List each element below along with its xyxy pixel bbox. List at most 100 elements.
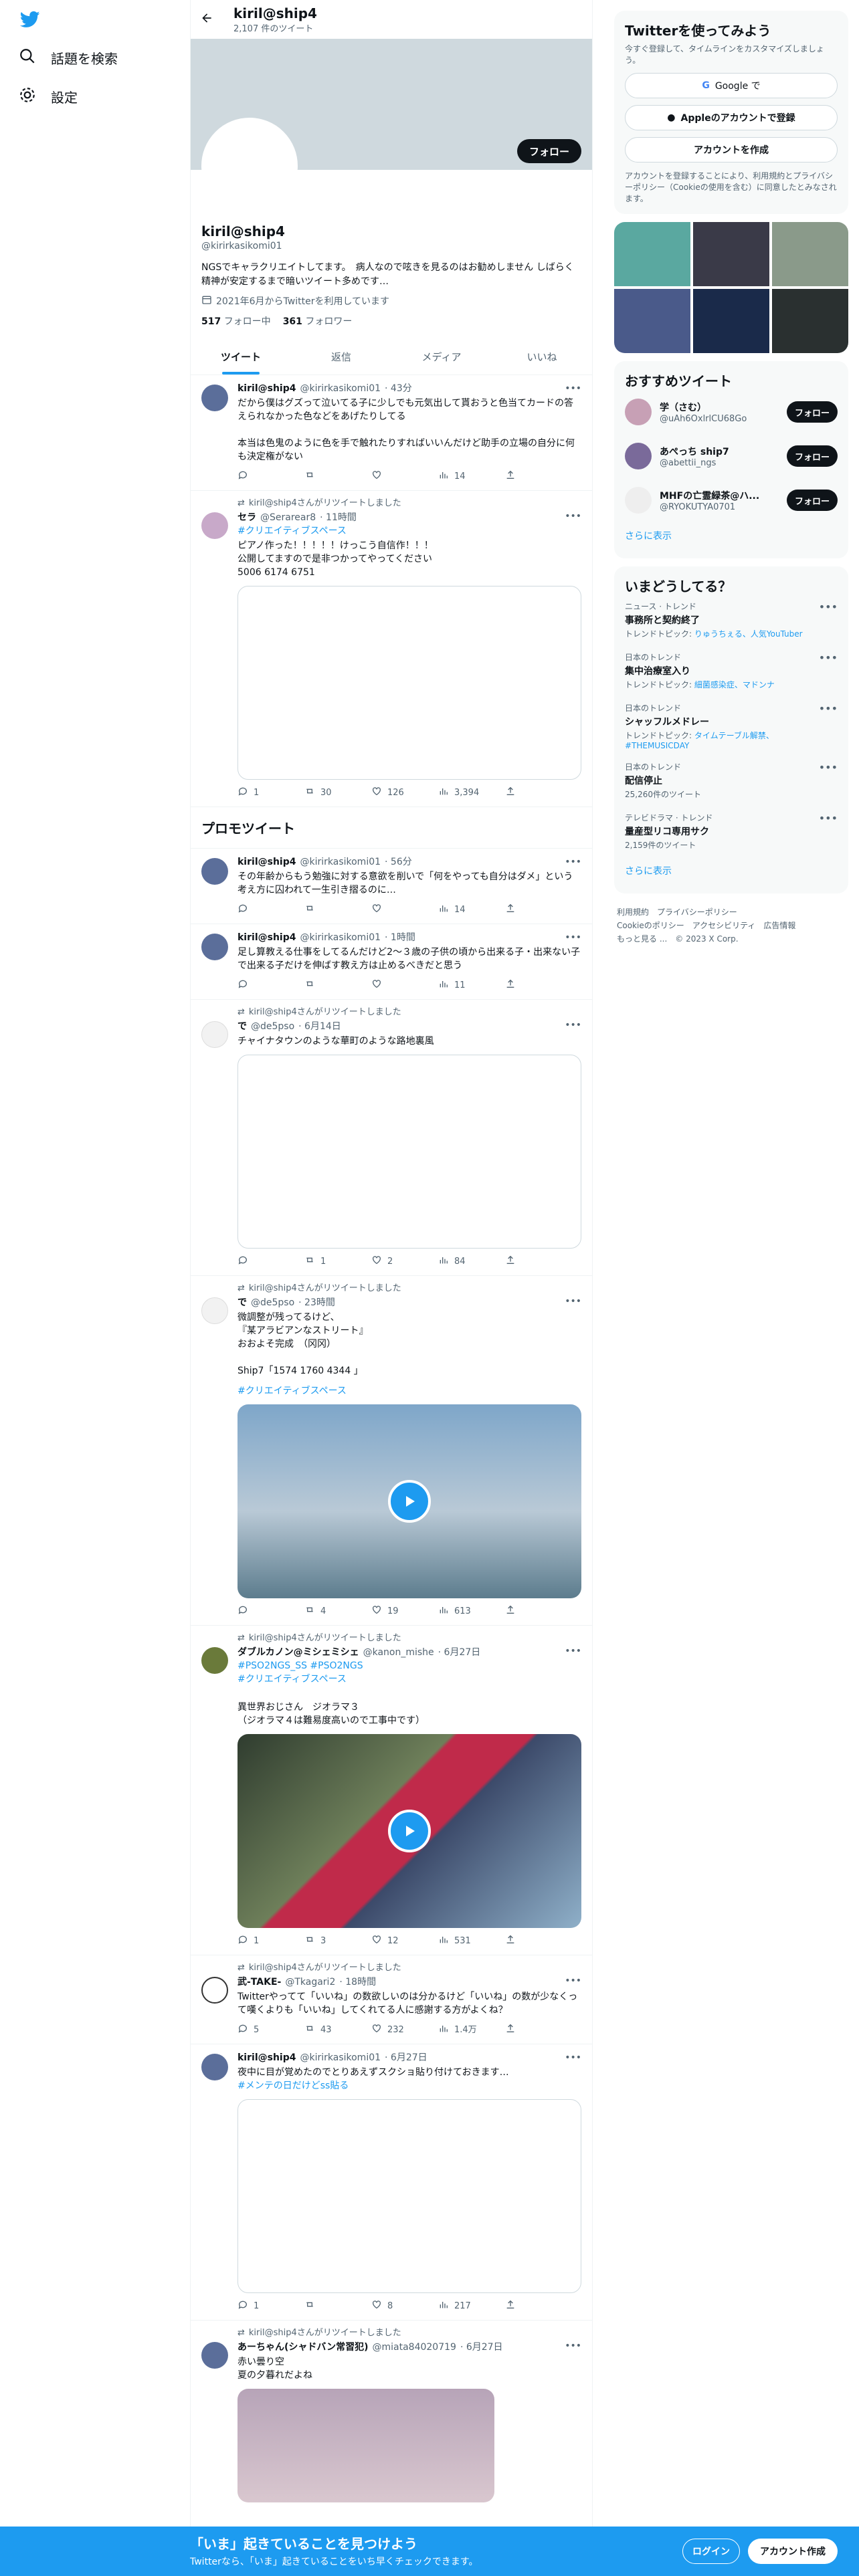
views-button[interactable]: 531 [438, 1934, 505, 1949]
more-icon[interactable]: ••• [565, 1295, 581, 1308]
tweet-author[interactable]: あーちゃん(シャドバン常習犯) [237, 2341, 369, 2354]
retweet-button[interactable] [304, 978, 371, 994]
views-button[interactable]: 217 [438, 2299, 505, 2315]
views-button[interactable]: 14 [438, 469, 505, 485]
avatar[interactable] [201, 934, 228, 960]
tweet[interactable]: ⇄ kiril@ship4さんがリツイートしました ダブルカノン@ミシェミシェ @k… [191, 1626, 592, 1955]
show-more-link[interactable]: さらに表示 [625, 857, 838, 884]
more-icon[interactable]: ••• [819, 601, 838, 613]
like-button[interactable] [371, 978, 438, 994]
tweet-author[interactable]: で [237, 1296, 247, 1309]
like-button[interactable]: 232 [371, 2023, 438, 2038]
share-button[interactable] [505, 469, 572, 485]
recommended-user[interactable]: 学（さむ） @uAh6OxlrlCU68Go フォロー [625, 390, 838, 434]
more-icon[interactable]: ••• [565, 2339, 581, 2353]
following-link[interactable]: 517 フォロー中 [201, 314, 271, 328]
retweet-button[interactable]: 30 [304, 786, 371, 801]
more-icon[interactable]: ••• [565, 931, 581, 944]
tab-likes[interactable]: いいね [492, 340, 592, 374]
reply-button[interactable] [237, 903, 304, 918]
tweet-media[interactable] [237, 1055, 581, 1249]
tweet-author[interactable]: kiril@ship4 [237, 382, 296, 395]
views-button[interactable]: 1.4万 [438, 2023, 505, 2038]
tweet-time[interactable]: · 6月27日 [438, 1646, 481, 1659]
tweet-author[interactable]: で [237, 1020, 247, 1033]
trend-item[interactable]: 日本のトレンド 集中治療室入り トレンドトピック: 細菌感染症、マドンナ ••• [625, 646, 838, 697]
share-button[interactable] [505, 1255, 572, 1270]
tweet-author[interactable]: 武-TAKE- [237, 1975, 281, 1989]
tweet[interactable]: ⇄ kiril@ship4さんがリツイートしました セラ @Serarear8 · 1… [191, 491, 592, 807]
more-icon[interactable]: ••• [565, 2051, 581, 2064]
trend-item[interactable]: 日本のトレンド シャッフルメドレー トレンドトピック: タイムテーブル解禁、#THE… [625, 697, 838, 756]
recommended-user[interactable]: あぺっち ship7 @abettii_ngs フォロー [625, 434, 838, 478]
views-button[interactable]: 613 [438, 1604, 505, 1620]
follow-button[interactable]: フォロー [787, 490, 838, 511]
login-button[interactable]: ログイン [682, 2539, 740, 2564]
share-button[interactable] [505, 2023, 572, 2038]
tweet[interactable]: ⇄ kiril@ship4さんがリツイートしました あーちゃん(シャドバン常習犯)… [191, 2321, 592, 2509]
tweet-time[interactable]: · 6月27日 [385, 2051, 427, 2064]
play-icon[interactable] [388, 1480, 431, 1523]
views-button[interactable]: 84 [438, 1255, 505, 1270]
tweet-author[interactable]: セラ [237, 511, 256, 524]
tweet[interactable]: kiril@ship4 @kirirkasikomi01 · 43分 ••• だから… [191, 375, 592, 491]
avatar[interactable] [201, 1977, 228, 2004]
tweet-time[interactable]: · 56分 [385, 855, 412, 869]
tweet-media[interactable] [237, 2389, 494, 2502]
reply-button[interactable] [237, 1255, 304, 1270]
trend-item[interactable]: テレビドラマ · トレンド 量産型リコ専用サク 2,159件のツイート ••• [625, 807, 838, 857]
more-icon[interactable]: ••• [819, 702, 838, 715]
reply-button[interactable]: 1 [237, 786, 304, 801]
tweet-time[interactable]: · 23時間 [298, 1296, 335, 1309]
retweet-button[interactable]: 1 [304, 1255, 371, 1270]
views-button[interactable]: 11 [438, 978, 505, 994]
tab-media[interactable]: メディア [391, 340, 492, 374]
more-icon[interactable]: ••• [819, 651, 838, 664]
footer-links[interactable]: 利用規約 プライバシーポリシー Cookieのポリシー アクセシビリティ 広告情… [614, 905, 848, 946]
tweet-time[interactable]: · 18時間 [339, 1975, 376, 1989]
tab-tweets[interactable]: ツイート [191, 340, 291, 374]
tweet-video[interactable] [237, 1734, 581, 1928]
recommended-user[interactable]: MHFの亡霊緑茶@ハ... @RYOKUTYA0701 フォロー [625, 478, 838, 522]
tweet-video[interactable] [237, 1404, 581, 1598]
tweet-media[interactable] [237, 586, 581, 780]
nav-settings[interactable]: 設定 [19, 83, 78, 110]
views-button[interactable]: 3,394 [438, 786, 505, 801]
retweet-button[interactable] [304, 903, 371, 918]
trend-item[interactable]: 日本のトレンド 配信停止 25,260件のツイート ••• [625, 756, 838, 807]
follow-button[interactable]: フォロー [787, 445, 838, 467]
retweet-button[interactable] [304, 469, 371, 485]
tweet[interactable]: ⇄ kiril@ship4さんがリツイートしました 武-TAKE- @Tkagari… [191, 1955, 592, 2044]
tweet-time[interactable]: · 1時間 [385, 931, 415, 944]
avatar[interactable] [201, 385, 228, 411]
avatar[interactable] [625, 443, 652, 469]
reply-button[interactable]: 1 [237, 2299, 304, 2315]
reply-button[interactable] [237, 1604, 304, 1620]
tweet-time[interactable]: · 43分 [385, 382, 412, 395]
share-button[interactable] [505, 1934, 572, 1949]
play-icon[interactable] [388, 1810, 431, 1852]
retweet-button[interactable]: 4 [304, 1604, 371, 1620]
share-button[interactable] [505, 1604, 572, 1620]
hashtag-link[interactable]: #メンテの日だけどss貼る [237, 2079, 581, 2092]
tweet[interactable]: kiril@ship4 @kirirkasikomi01 · 1時間 ••• 足し算… [191, 924, 592, 1000]
share-button[interactable] [505, 786, 572, 801]
tweet[interactable]: ⇄ kiril@ship4さんがリツイートしました で @de5pso · 23時間 … [191, 1276, 592, 1626]
signup-button[interactable]: アカウント作成 [748, 2539, 838, 2564]
more-icon[interactable]: ••• [565, 1974, 581, 1988]
tweet[interactable]: kiril@ship4 @kirirkasikomi01 · 6月27日 ••• 夜… [191, 2044, 592, 2321]
like-button[interactable]: 19 [371, 1604, 438, 1620]
like-button[interactable]: 2 [371, 1255, 438, 1270]
hashtag-link[interactable]: #PSO2NGS_SS #PSO2NGS #クリエイティブスペース [237, 1659, 581, 1686]
like-button[interactable] [371, 903, 438, 918]
avatar[interactable] [201, 1021, 228, 1048]
nav-explore[interactable]: 話題を検索 [19, 44, 118, 71]
avatar[interactable] [201, 1297, 228, 1324]
hashtag-link[interactable]: #クリエイティブスペース [237, 524, 581, 538]
reply-button[interactable]: 5 [237, 2023, 304, 2038]
follow-button[interactable]: フォロー [787, 401, 838, 423]
tweet-time[interactable]: · 11時間 [320, 511, 357, 524]
views-button[interactable]: 14 [438, 903, 505, 918]
apple-signup-button[interactable]: ● Appleのアカウントで登録 [625, 105, 838, 130]
tweet-author[interactable]: ダブルカノン@ミシェミシェ [237, 1646, 359, 1659]
